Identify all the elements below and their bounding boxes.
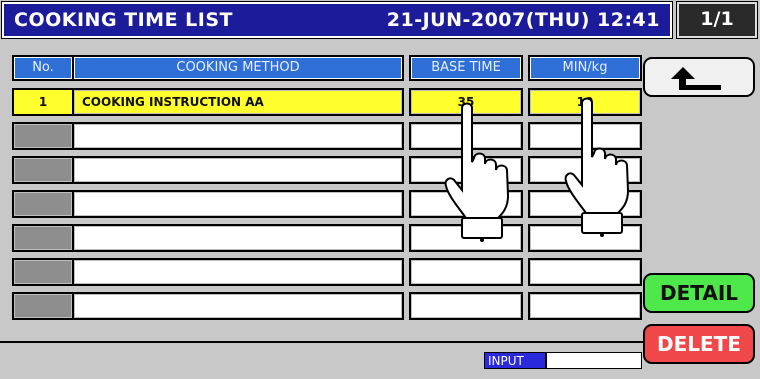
cooking-method-cell[interactable] bbox=[72, 122, 404, 150]
cooking-method-cell[interactable] bbox=[72, 156, 404, 184]
row-number-cell[interactable] bbox=[12, 156, 74, 184]
cooking-method-cell-text bbox=[74, 299, 82, 313]
row-number-cell[interactable] bbox=[12, 122, 74, 150]
cooking-method-cell[interactable] bbox=[72, 190, 404, 218]
cooking-method-cell-text bbox=[74, 265, 82, 279]
row-number-cell[interactable] bbox=[12, 224, 74, 252]
cooking-method-cell-text bbox=[74, 231, 82, 245]
cooking-method-cell[interactable] bbox=[72, 292, 404, 320]
row-number-cell-text bbox=[14, 260, 72, 284]
row-number-cell-text bbox=[14, 158, 72, 182]
row-number-cell-text: 1 bbox=[14, 90, 72, 114]
min-per-kg-cell[interactable] bbox=[528, 258, 642, 286]
cooking-method-cell-text bbox=[74, 197, 82, 211]
cooking-method-cell-text bbox=[74, 129, 82, 143]
cooking-method-cell-text bbox=[74, 163, 82, 177]
row-number-cell[interactable] bbox=[12, 258, 74, 286]
row-number-cell-text bbox=[14, 226, 72, 250]
min-per-kg-cell[interactable] bbox=[528, 292, 642, 320]
base-time-cell[interactable] bbox=[409, 258, 523, 286]
header-base-time: BASE TIME bbox=[409, 55, 523, 81]
base-time-cell[interactable] bbox=[409, 292, 523, 320]
datetime-display: 21-JUN-2007(THU) 12:41 bbox=[386, 9, 660, 31]
row-number-cell-text bbox=[14, 192, 72, 216]
back-button[interactable] bbox=[643, 57, 755, 97]
cooking-method-cell[interactable]: COOKING INSTRUCTION AA bbox=[72, 88, 404, 116]
row-number-cell[interactable]: 1 bbox=[12, 88, 74, 116]
header-min-per-kg: MIN/kg bbox=[528, 55, 642, 81]
header-no: No. bbox=[12, 55, 74, 81]
detail-button[interactable]: DETAIL bbox=[643, 273, 755, 313]
cooking-method-cell[interactable] bbox=[72, 224, 404, 252]
back-arrow-icon bbox=[671, 67, 721, 90]
page-indicator: 1/1 bbox=[676, 1, 758, 39]
header-cooking-method: COOKING METHOD bbox=[72, 55, 404, 81]
delete-button[interactable]: DELETE bbox=[643, 324, 755, 364]
cooking-method-cell-text: COOKING INSTRUCTION AA bbox=[82, 95, 264, 109]
hand-pointer-icon bbox=[444, 102, 510, 242]
row-number-cell-text bbox=[14, 294, 72, 318]
input-field[interactable] bbox=[546, 352, 642, 369]
title-bar: COOKING TIME LIST 21-JUN-2007(THU) 12:41 bbox=[1, 1, 673, 39]
page-title: COOKING TIME LIST bbox=[14, 9, 234, 31]
row-number-cell[interactable] bbox=[12, 292, 74, 320]
hand-pointer-icon bbox=[564, 97, 630, 237]
row-number-cell-text bbox=[14, 124, 72, 148]
input-label: INPUT bbox=[484, 352, 546, 369]
cooking-method-cell[interactable] bbox=[72, 258, 404, 286]
row-number-cell[interactable] bbox=[12, 190, 74, 218]
bottom-divider bbox=[0, 341, 643, 343]
